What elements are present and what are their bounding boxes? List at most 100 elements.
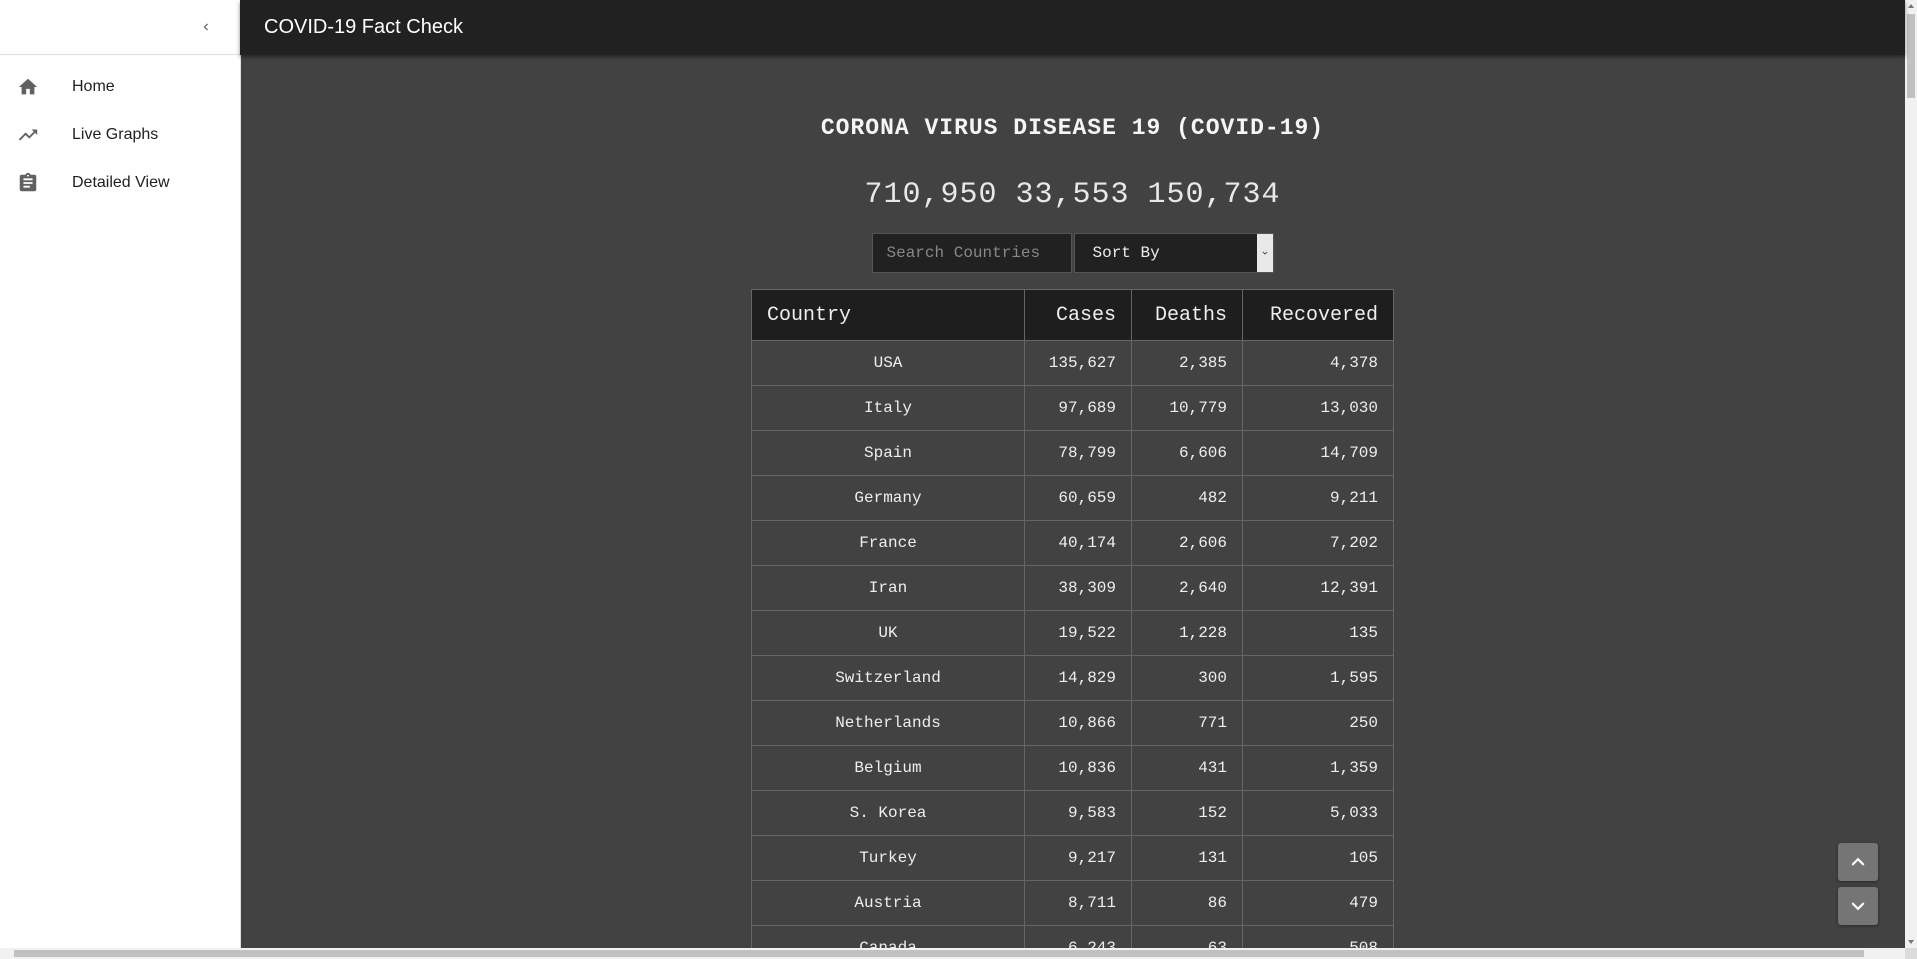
column-header-cases[interactable]: Cases (1024, 289, 1132, 341)
cell-cases: 60,659 (1024, 475, 1132, 521)
cell-recovered: 12,391 (1242, 565, 1394, 611)
cell-recovered: 9,211 (1242, 475, 1394, 521)
chevron-down-icon (1256, 234, 1273, 272)
clipboard-icon (16, 171, 40, 195)
countries-table-wrapper: Country Cases Deaths Recovered USA 135,6… (240, 289, 1905, 948)
chevron-left-icon (203, 23, 208, 31)
table-header-row: Country Cases Deaths Recovered (751, 289, 1394, 341)
horizontal-scrollbar-thumb[interactable] (14, 950, 1864, 957)
cell-country: UK (751, 610, 1025, 656)
cell-cases: 19,522 (1024, 610, 1132, 656)
cell-recovered: 479 (1242, 880, 1394, 926)
chevron-down-icon (1851, 902, 1865, 911)
cell-cases: 97,689 (1024, 385, 1132, 431)
total-deaths: 33,553 (1015, 178, 1130, 212)
cell-cases: 8,711 (1024, 880, 1132, 926)
cell-cases: 9,583 (1024, 790, 1132, 836)
app-bar: COVID-19 Fact Check (240, 0, 1905, 55)
cell-deaths: 10,779 (1131, 385, 1243, 431)
cell-country: Spain (751, 430, 1025, 476)
cell-country: Germany (751, 475, 1025, 521)
cell-recovered: 105 (1242, 835, 1394, 881)
cell-cases: 14,829 (1024, 655, 1132, 701)
table-row: USA 135,627 2,385 4,378 (751, 340, 1394, 386)
countries-table: Country Cases Deaths Recovered USA 135,6… (751, 289, 1394, 948)
page-title: CORONA VIRUS DISEASE 19 (COVID-19) (820, 115, 1325, 141)
cell-deaths: 86 (1131, 880, 1243, 926)
table-row: France 40,174 2,606 7,202 (751, 520, 1394, 566)
total-recovered: 150,734 (1147, 178, 1281, 212)
cell-deaths: 2,385 (1131, 340, 1243, 386)
cell-cases: 6,243 (1024, 925, 1132, 948)
cell-deaths: 63 (1131, 925, 1243, 948)
sidebar-collapse-button[interactable] (194, 15, 218, 39)
sidebar-item-label: Home (72, 78, 115, 95)
column-header-country[interactable]: Country (751, 289, 1025, 341)
cell-country: USA (751, 340, 1025, 386)
cell-deaths: 1,228 (1131, 610, 1243, 656)
vertical-scrollbar[interactable] (1905, 0, 1917, 948)
sidebar-header (0, 0, 240, 55)
total-cases: 710,950 (864, 178, 998, 212)
cell-recovered: 508 (1242, 925, 1394, 948)
cell-deaths: 771 (1131, 700, 1243, 746)
table-row: Germany 60,659 482 9,211 (751, 475, 1394, 521)
cell-deaths: 431 (1131, 745, 1243, 791)
table-row: Canada 6,243 63 508 (751, 925, 1394, 948)
cell-recovered: 7,202 (1242, 520, 1394, 566)
cell-deaths: 152 (1131, 790, 1243, 836)
cell-country: Switzerland (751, 655, 1025, 701)
sort-select[interactable]: Sort By (1073, 233, 1274, 273)
column-header-recovered[interactable]: Recovered (1242, 289, 1394, 341)
cell-country: France (751, 520, 1025, 566)
cell-recovered: 135 (1242, 610, 1394, 656)
table-controls: Sort By (240, 233, 1905, 273)
app-root: Home Live Graphs Detailed View COVID-19 … (0, 0, 1917, 959)
scroll-arrow-up-icon[interactable] (1905, 0, 1917, 12)
cell-deaths: 131 (1131, 835, 1243, 881)
scrollbar-corner (1905, 948, 1917, 959)
home-icon (16, 75, 40, 99)
cell-deaths: 2,640 (1131, 565, 1243, 611)
cell-cases: 78,799 (1024, 430, 1132, 476)
table-row: Belgium 10,836 431 1,359 (751, 745, 1394, 791)
table-row: Netherlands 10,866 771 250 (751, 700, 1394, 746)
scroll-arrow-down-icon[interactable] (1905, 936, 1917, 948)
table-row: Austria 8,711 86 479 (751, 880, 1394, 926)
sidebar: Home Live Graphs Detailed View (0, 0, 241, 959)
trending-up-icon (16, 123, 40, 147)
sidebar-item-label: Live Graphs (72, 126, 159, 143)
sidebar-item-detailed-view[interactable]: Detailed View (0, 159, 240, 207)
cell-country: Turkey (751, 835, 1025, 881)
cell-deaths: 2,606 (1131, 520, 1243, 566)
scroll-up-button[interactable] (1838, 843, 1878, 881)
cell-recovered: 5,033 (1242, 790, 1394, 836)
horizontal-scrollbar[interactable] (0, 948, 1905, 959)
cell-recovered: 13,030 (1242, 385, 1394, 431)
cell-country: Iran (751, 565, 1025, 611)
cell-cases: 9,217 (1024, 835, 1132, 881)
cell-country: Canada (751, 925, 1025, 948)
table-row: Italy 97,689 10,779 13,030 (751, 385, 1394, 431)
sidebar-nav: Home Live Graphs Detailed View (0, 55, 240, 207)
cell-deaths: 482 (1131, 475, 1243, 521)
table-row: S. Korea 9,583 152 5,033 (751, 790, 1394, 836)
sidebar-item-home[interactable]: Home (0, 63, 240, 111)
cell-deaths: 300 (1131, 655, 1243, 701)
table-row: Iran 38,309 2,640 12,391 (751, 565, 1394, 611)
cell-country: Belgium (751, 745, 1025, 791)
search-input[interactable] (871, 233, 1072, 273)
cell-recovered: 250 (1242, 700, 1394, 746)
vertical-scrollbar-thumb[interactable] (1907, 14, 1915, 98)
cell-deaths: 6,606 (1131, 430, 1243, 476)
sort-select-value: Sort By (1092, 244, 1160, 262)
column-header-deaths[interactable]: Deaths (1131, 289, 1243, 341)
cell-country: Netherlands (751, 700, 1025, 746)
cell-cases: 10,836 (1024, 745, 1132, 791)
scroll-down-button[interactable] (1838, 887, 1878, 925)
table-row: Switzerland 14,829 300 1,595 (751, 655, 1394, 701)
sidebar-item-live-graphs[interactable]: Live Graphs (0, 111, 240, 159)
cell-cases: 10,866 (1024, 700, 1132, 746)
cell-recovered: 14,709 (1242, 430, 1394, 476)
cell-country: Austria (751, 880, 1025, 926)
